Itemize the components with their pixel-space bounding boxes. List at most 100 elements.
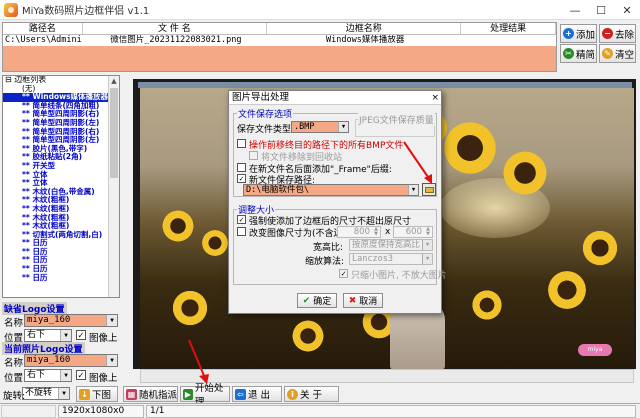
folder-icon xyxy=(424,186,434,193)
status-empty xyxy=(1,405,56,418)
random-assign-button[interactable]: ▦ 随机指派 xyxy=(123,386,178,402)
move-files-checkbox[interactable] xyxy=(237,139,246,148)
chevron-down-icon: ▼ xyxy=(422,254,432,264)
col-path[interactable]: 路径名 xyxy=(3,23,83,34)
cur-logo-name-label: 名称: xyxy=(4,358,27,369)
title-bar: MiYa数码照片边框伴侣 v1.1 — ☐ ✕ xyxy=(0,0,640,20)
add-button[interactable]: + 添加 xyxy=(560,24,597,43)
file-type-select[interactable]: .BMP ▼ xyxy=(291,121,349,133)
info-icon: i xyxy=(287,388,298,400)
jpeg-quality-legend: JPEG文件保存质量 xyxy=(358,113,435,126)
table-row[interactable]: C:\Users\Admini... 微信图片_20231122083021.p… xyxy=(3,35,556,46)
tree-item[interactable]: ** 开关型 xyxy=(3,161,109,171)
cur-logo-pos-select[interactable]: 右下 ▼ xyxy=(24,369,72,382)
tree-item[interactable]: ** 立体 xyxy=(3,170,109,180)
random-assign-label: 随机指派 xyxy=(139,390,178,401)
clear-label: 清空 xyxy=(615,49,635,61)
browse-folder-button[interactable] xyxy=(422,183,436,196)
cur-logo-name-value: miya_160 xyxy=(27,355,71,365)
tree-item[interactable]: ** 切割式(两角切割,白) xyxy=(3,230,109,240)
logo-name-select[interactable]: miya_160 ▼ xyxy=(24,314,118,327)
logo-on-image-checkbox[interactable]: ✓ xyxy=(76,330,86,340)
logo-on-image-label: 图像上 xyxy=(89,333,118,344)
simplify-label: 精简 xyxy=(576,49,596,61)
cur-logo-on-image-label: 图像上 xyxy=(89,373,118,384)
logo-pos-value: 右下 xyxy=(27,330,46,340)
simplify-button[interactable]: ✂ 精简 xyxy=(560,44,597,63)
tree-item[interactable]: ** 日历 xyxy=(3,264,109,274)
maximize-button[interactable]: ☐ xyxy=(588,0,614,20)
height-value: 600 xyxy=(405,227,422,237)
chevron-down-icon: ▼ xyxy=(58,388,69,399)
next-image-button[interactable]: ↓ 下图 xyxy=(76,386,118,402)
dialog-titlebar: 图片导出处理 × xyxy=(229,91,441,105)
tree-item[interactable]: ** 日历 xyxy=(3,256,109,265)
change-size-checkbox[interactable] xyxy=(237,227,246,236)
clear-button[interactable]: ✎ 清空 xyxy=(599,44,636,63)
tree-item[interactable]: ** 日历 xyxy=(3,239,109,248)
col-filename[interactable]: 文 件 名 xyxy=(83,23,268,34)
algo-label: 缩放算法: xyxy=(305,257,345,267)
logo-pos-select[interactable]: 右下 ▼ xyxy=(24,329,72,342)
start-process-button[interactable]: ▶ 开始处理 xyxy=(180,383,230,408)
width-spinner[interactable]: 800 ▲ ▼ xyxy=(337,226,381,238)
tree-item[interactable]: ** 胶纸粘贴(2角) xyxy=(3,153,109,162)
exit-icon: ⇦ xyxy=(235,388,246,400)
aspect-select[interactable]: 按原度保持宽高比 ▼ xyxy=(349,239,433,251)
ok-button[interactable]: ✔ 确定 xyxy=(297,293,337,308)
minus-icon: − xyxy=(602,28,613,39)
scroll-thumb[interactable] xyxy=(110,88,118,178)
cur-logo-on-image-checkbox[interactable]: ✓ xyxy=(76,370,86,380)
cell-path: C:\Users\Admini... xyxy=(5,35,83,45)
chevron-down-icon: ▼ xyxy=(60,330,71,341)
exit-button[interactable]: ⇦ 退 出 xyxy=(232,386,282,402)
sunflower xyxy=(170,288,210,328)
chevron-down-icon: ▼ xyxy=(106,355,117,366)
suffix-checkbox[interactable] xyxy=(237,163,246,172)
col-result[interactable]: 处理结果 xyxy=(461,23,556,34)
save-path-select[interactable]: D:\电脑软件包\ ▼ xyxy=(243,184,419,196)
rotate-value: 不旋转 xyxy=(25,388,53,398)
close-button[interactable]: ✕ xyxy=(614,0,640,20)
frame-tree-panel: ⊟ 边框列表 (无) ** Windows媒体播放器 ** 简单线条(四角加粗) **… xyxy=(2,75,120,298)
algo-select[interactable]: Lanczos3 ▼ xyxy=(349,253,433,265)
minimize-button[interactable]: — xyxy=(562,0,588,20)
logo-name-value: miya_160 xyxy=(27,315,71,325)
cur-logo-pos-value: 右下 xyxy=(27,370,46,380)
shrink-only-checkbox[interactable]: ✓ xyxy=(339,269,348,278)
sunflower xyxy=(500,148,550,198)
tree-root[interactable]: ⊟ 边框列表 xyxy=(3,76,109,85)
height-spinner[interactable]: 600 ▲ ▼ xyxy=(393,226,433,238)
cancel-button[interactable]: ✖ 取消 xyxy=(343,293,383,308)
col-frame[interactable]: 边框名称 xyxy=(267,23,462,34)
logo-name-label: 名称: xyxy=(4,318,27,329)
save-options-legend: 文件保存选项 xyxy=(237,107,294,120)
new-path-checkbox[interactable]: ✓ xyxy=(237,174,246,183)
file-list-header: 路径名 文 件 名 边框名称 处理结果 xyxy=(3,23,556,35)
times-sign: x xyxy=(385,227,391,237)
tree-item[interactable]: ** 日历 xyxy=(3,247,109,257)
recycle-checkbox[interactable] xyxy=(249,151,258,160)
force-fit-checkbox[interactable]: ✓ xyxy=(237,215,246,224)
file-list-table[interactable]: 路径名 文 件 名 边框名称 处理结果 C:\Users\Admini... 微… xyxy=(2,22,557,72)
sunflower xyxy=(160,208,196,244)
frame-tree[interactable]: ⊟ 边框列表 (无) ** Windows媒体播放器 ** 简单线条(四角加粗) **… xyxy=(3,76,109,297)
dialog-close-icon[interactable]: × xyxy=(431,91,439,105)
plus-icon: + xyxy=(563,28,574,39)
chevron-down-icon: ▼ xyxy=(422,240,432,250)
shrink-only-label: 只缩小图片, 不放大图片 xyxy=(351,271,447,281)
chevron-down-icon: ▼ xyxy=(338,122,348,132)
tree-scrollbar[interactable]: ▲ xyxy=(108,76,119,297)
check-icon: ✔ xyxy=(302,295,311,306)
tree-item[interactable]: ** 日历 xyxy=(3,273,109,283)
process-icon: ▶ xyxy=(183,388,193,400)
cur-logo-name-select[interactable]: miya_160 ▼ xyxy=(24,354,118,367)
about-button[interactable]: i 关 于 xyxy=(284,386,339,402)
rotate-select[interactable]: 不旋转 ▼ xyxy=(22,387,70,400)
cell-frame: Windows媒体播放器 xyxy=(326,35,405,45)
cancel-x-icon: ✖ xyxy=(348,295,357,306)
status-bar: 1920x1080x0 1/1 xyxy=(0,403,640,418)
remove-button[interactable]: − 去除 xyxy=(599,24,636,43)
scroll-up-icon[interactable]: ▲ xyxy=(109,76,119,87)
sunflower xyxy=(290,318,326,354)
